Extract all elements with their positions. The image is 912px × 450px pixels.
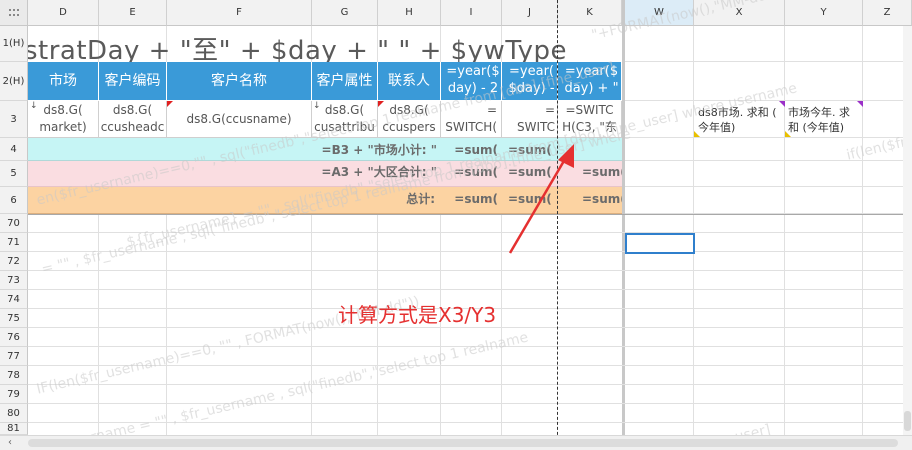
gridline (28, 403, 912, 404)
row-header[interactable]: 70 (0, 214, 28, 233)
gridline (28, 251, 912, 252)
row-header[interactable]: 1(H) (0, 26, 28, 62)
header-cell-customer-name[interactable]: 客户名称 (167, 62, 312, 101)
grand-total-sum-i[interactable]: =sum( (441, 187, 502, 210)
grand-total-label[interactable]: 总计: (312, 187, 441, 210)
header-cell-year-prev[interactable]: =year($ day) - 2 (441, 62, 502, 101)
row-header[interactable]: 73 (0, 271, 28, 290)
row-header[interactable]: 80 (0, 404, 28, 423)
comment-marker-icon (779, 101, 785, 107)
data-cell-i[interactable]: = SWITCH( (441, 101, 502, 138)
gridline (28, 365, 912, 366)
header-cell-year-cur[interactable]: =year( $day) - (502, 62, 558, 101)
comment-marker-icon (785, 131, 791, 137)
data-cell-x[interactable]: ds8市场. 求和 ( 今年值) (694, 101, 785, 138)
subtotal-sum-i[interactable]: =sum( (441, 138, 502, 161)
expand-arrow-icon: ↓ (30, 101, 38, 111)
frozen-row-divider (28, 214, 912, 215)
gridline (28, 232, 912, 233)
row-header[interactable]: 4 (0, 138, 28, 161)
scroll-left-icon[interactable]: ‹ (8, 437, 12, 448)
column-header-w[interactable]: W (625, 0, 694, 26)
vertical-scrollbar-thumb[interactable] (904, 411, 911, 431)
comment-marker-icon (694, 131, 700, 137)
annotation-text: 计算方式是X3/Y3 (338, 303, 497, 327)
row-header[interactable]: 76 (0, 328, 28, 347)
gridline (625, 61, 912, 62)
gridline (625, 186, 912, 187)
row-header[interactable]: 74 (0, 290, 28, 309)
column-header-y[interactable]: Y (785, 0, 863, 26)
data-cell-customer-code[interactable]: ds8.G( ccusheadc (99, 101, 167, 138)
row-header[interactable]: 75 (0, 309, 28, 328)
gridline (28, 270, 912, 271)
select-all-icon (8, 8, 19, 16)
comment-marker-icon (857, 101, 863, 107)
region-total-label[interactable]: =A3 + "大区合计: " (280, 161, 441, 182)
column-header-e[interactable]: E (99, 0, 167, 26)
gridline (28, 422, 912, 423)
row-header[interactable]: 5 (0, 161, 28, 187)
row-header[interactable]: 78 (0, 366, 28, 385)
vertical-scrollbar[interactable] (903, 26, 912, 435)
select-all-corner[interactable] (0, 0, 28, 26)
data-cell-customer-name[interactable]: ds8.G(ccusname) (167, 101, 312, 138)
gridline (784, 26, 785, 450)
column-header-d[interactable]: D (28, 0, 99, 26)
row-header[interactable]: 77 (0, 347, 28, 366)
annotation-arrow-head-icon (558, 144, 574, 168)
gridline (28, 346, 912, 347)
title-formula-text: stratDay + "至" + $day + " " + $ywType (28, 36, 568, 62)
gridline (28, 289, 912, 290)
row-header[interactable]: 3 (0, 101, 28, 138)
gridline (625, 160, 912, 161)
row-header[interactable]: 6 (0, 187, 28, 214)
column-header-z[interactable]: Z (863, 0, 912, 26)
frozen-pane-divider (622, 0, 625, 450)
horizontal-scrollbar[interactable]: ‹ (0, 435, 912, 450)
column-header-k[interactable]: K (558, 0, 622, 26)
gridline (862, 26, 863, 450)
comment-marker-icon (378, 101, 384, 107)
header-cell-market[interactable]: 市场 (28, 62, 99, 101)
row-header[interactable]: 81 (0, 423, 28, 435)
horizontal-scrollbar-thumb[interactable] (28, 439, 898, 447)
expand-arrow-icon: ↓ (313, 101, 321, 111)
column-header-j[interactable]: J (502, 0, 558, 26)
row-header[interactable]: 79 (0, 385, 28, 404)
comment-marker-icon (167, 101, 173, 107)
row-header[interactable]: 71 (0, 233, 28, 252)
row-header[interactable]: 2(H) (0, 62, 28, 101)
row-header[interactable]: 72 (0, 252, 28, 271)
data-cell-contact[interactable]: ds8.G( ccuspers (378, 101, 441, 138)
header-cell-customer-code[interactable]: 客户编码 (99, 62, 167, 101)
header-cell-customer-attribute[interactable]: 客户属性 (312, 62, 378, 101)
column-header-x[interactable]: X (694, 0, 785, 26)
data-cell-customer-attribute[interactable]: ds8.G( cusattribu (312, 101, 378, 138)
gridline (28, 384, 912, 385)
region-sum-i[interactable]: =sum( (441, 161, 502, 182)
data-cell-y[interactable]: 市场今年. 求和 (今年值) (785, 101, 863, 138)
data-cell-market[interactable]: ds8.G( market) (28, 101, 99, 138)
column-header-f[interactable]: F (167, 0, 312, 26)
annotation-arrow (508, 144, 574, 254)
title-formula-cell[interactable]: stratDay + "至" + $day + " " + $ywType (28, 26, 622, 62)
selected-cell[interactable] (625, 233, 695, 254)
header-cell-contact[interactable]: 联系人 (378, 62, 441, 101)
column-header-h[interactable]: H (378, 0, 441, 26)
data-cell-k[interactable]: =SWITC H(C3, "东 (558, 101, 622, 138)
header-cell-year-k[interactable]: =year($ day) + " (558, 62, 622, 101)
annotation-arrow-shaft (508, 153, 570, 254)
data-cell-j[interactable]: = SWITC (502, 101, 558, 138)
subtotal-label[interactable]: =B3 + "市场小计: " (280, 138, 441, 161)
column-header-g[interactable]: G (312, 0, 378, 26)
column-header-i[interactable]: I (441, 0, 502, 26)
